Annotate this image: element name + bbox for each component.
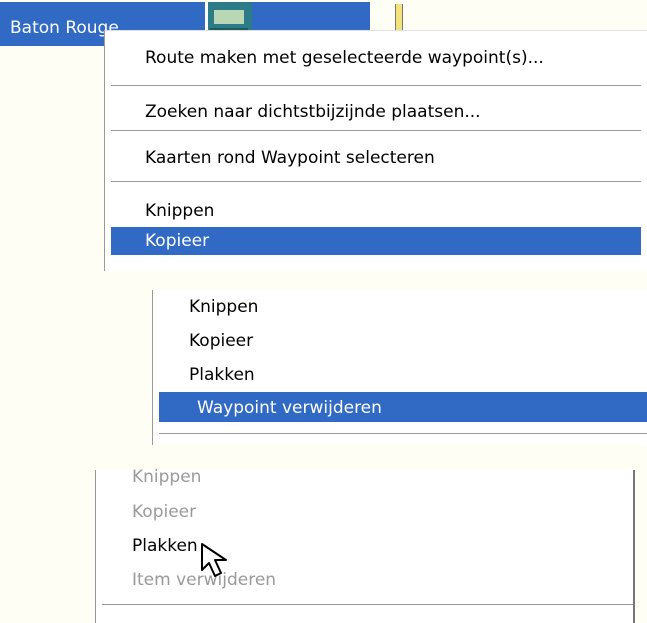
panel-3: Knippen Kopieer Plakken Item verwijderen: [0, 467, 647, 623]
menu-item-delete-waypoint-label: Waypoint verwijderen: [197, 398, 382, 418]
menu-separator: [111, 181, 641, 183]
list-column-divider: [395, 4, 403, 30]
panel-2: Knippen Kopieer Plakken Waypoint verwijd…: [0, 290, 647, 450]
context-menu-2: Knippen Kopieer Plakken Waypoint verwijd…: [152, 290, 647, 445]
menu-item-copy[interactable]: Kopieer: [189, 328, 253, 354]
menu-item-copy-disabled[interactable]: Kopieer: [132, 499, 196, 525]
panel-1: Baton Rouge Route maken met geselecteerd…: [0, 0, 647, 271]
menu-separator: [159, 433, 647, 435]
menu-item-cut-disabled[interactable]: Knippen: [132, 464, 201, 490]
menu-separator: [111, 130, 641, 132]
menu-item-select-maps[interactable]: Kaarten rond Waypoint selecteren: [145, 145, 435, 171]
waypoint-name: Baton Rouge: [10, 18, 119, 38]
menu-item-search-nearest[interactable]: Zoeken naar dichtstbijzijnde plaatsen...: [145, 99, 481, 125]
menu-item-copy-label: Kopieer: [145, 231, 210, 251]
menu-item-create-route[interactable]: Route maken met geselecteerde waypoint(s…: [145, 45, 544, 71]
menu-item-paste[interactable]: Plakken: [189, 362, 255, 388]
menu-separator: [102, 604, 633, 606]
menu-separator: [111, 85, 641, 87]
menu-item-paste[interactable]: Plakken: [132, 533, 198, 559]
arrow-cursor-icon: [201, 543, 227, 577]
menu-item-cut[interactable]: Knippen: [145, 198, 214, 224]
context-menu-1: Route maken met geselecteerde waypoint(s…: [104, 30, 647, 271]
context-menu-3: Knippen Kopieer Plakken Item verwijderen: [95, 467, 635, 623]
menu-item-cut[interactable]: Knippen: [189, 294, 258, 320]
